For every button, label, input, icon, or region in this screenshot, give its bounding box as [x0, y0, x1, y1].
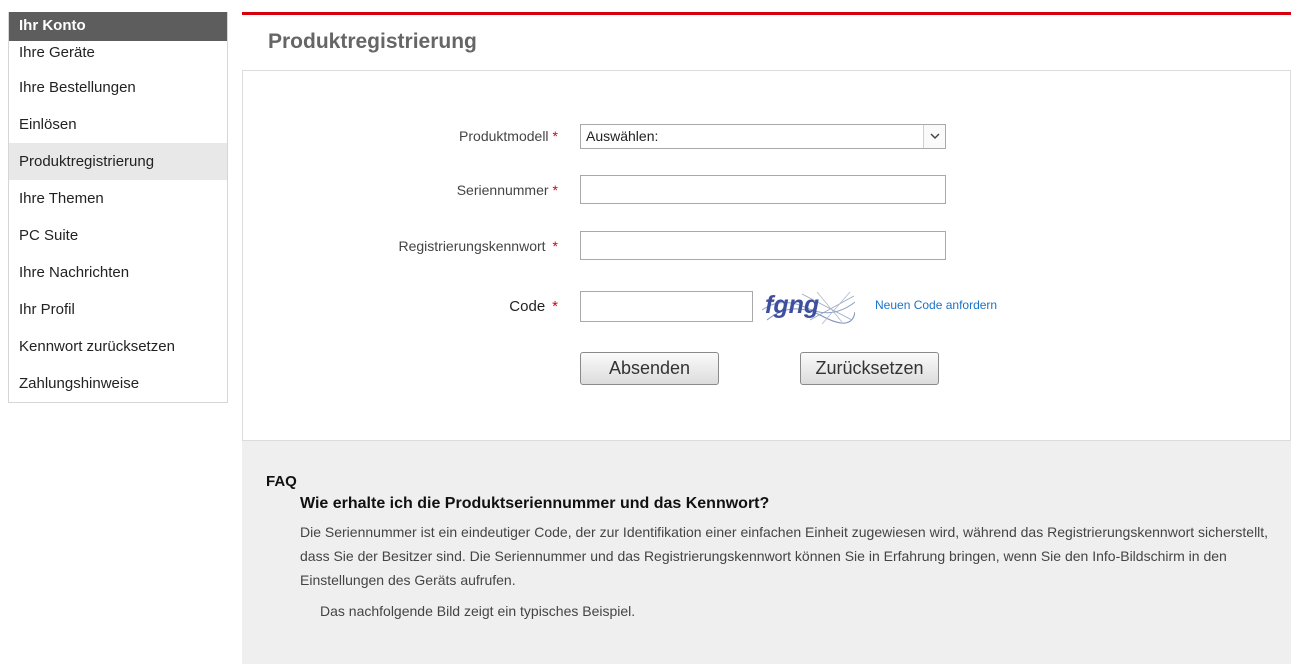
- product-model-select[interactable]: Auswählen:: [580, 124, 946, 149]
- faq-section: FAQ Wie erhalte ich die Produktseriennum…: [242, 441, 1291, 664]
- faq-note: Das nachfolgende Bild zeigt ein typische…: [320, 603, 636, 619]
- sidebar-item-pc-suite[interactable]: PC Suite: [9, 217, 227, 254]
- code-label: Code *: [509, 298, 558, 315]
- required-marker: *: [552, 238, 558, 254]
- serial-label: Seriennummer *: [456, 182, 558, 198]
- sidebar-item-orders[interactable]: Ihre Bestellungen: [9, 69, 227, 106]
- main-content: Produktregistrierung Produktmodell * Ausw…: [242, 0, 1291, 664]
- reset-button[interactable]: Zurücksetzen: [800, 352, 939, 385]
- sidebar-item-payment-info[interactable]: Zahlungshinweise: [9, 365, 227, 402]
- faq-answer: Die Seriennummer ist ein eindeutiger Cod…: [300, 524, 1269, 588]
- serial-row: Seriennummer *: [243, 175, 1291, 205]
- password-row: Registrierungskennwort *: [243, 231, 1291, 261]
- captcha-image: fgng: [761, 290, 856, 325]
- chevron-down-icon[interactable]: [923, 125, 945, 148]
- account-sidebar: Ihr Konto Ihre Geräte Ihre Bestellungen …: [8, 12, 228, 403]
- faq-title: FAQ: [266, 473, 297, 490]
- sidebar-item-redeem[interactable]: Einlösen: [9, 106, 227, 143]
- password-label: Registrierungskennwort *: [398, 238, 558, 254]
- code-row: Code * fgng Neuen Code anfordern: [243, 290, 1291, 325]
- faq-question: Wie erhalte ich die Produktseriennummer …: [300, 495, 770, 512]
- captcha-code-input[interactable]: [580, 291, 753, 322]
- sidebar-item-themes[interactable]: Ihre Themen: [9, 180, 227, 217]
- captcha-text: fgng: [765, 291, 819, 319]
- sidebar-item-product-registration[interactable]: Produktregistrierung: [9, 143, 227, 180]
- serial-number-input[interactable]: [580, 175, 946, 204]
- sidebar-item-devices[interactable]: Ihre Geräte: [9, 41, 227, 69]
- required-marker: *: [552, 298, 558, 315]
- sidebar-title: Ihr Konto: [9, 12, 227, 41]
- model-label: Produktmodell *: [459, 128, 558, 144]
- product-model-selected: Auswählen:: [586, 128, 659, 144]
- button-row: Absenden Zurücksetzen: [243, 352, 1291, 385]
- submit-button[interactable]: Absenden: [580, 352, 719, 385]
- sidebar-item-messages[interactable]: Ihre Nachrichten: [9, 254, 227, 291]
- required-marker: *: [552, 128, 558, 144]
- new-code-link[interactable]: Neuen Code anfordern: [875, 290, 997, 320]
- page-title: Produktregistrierung: [268, 30, 477, 53]
- accent-divider: [242, 12, 1291, 15]
- registration-form: Produktmodell * Auswählen: Seriennummer * …: [242, 70, 1291, 441]
- sidebar-item-reset-password[interactable]: Kennwort zurücksetzen: [9, 328, 227, 365]
- registration-password-input[interactable]: [580, 231, 946, 260]
- model-row: Produktmodell * Auswählen:: [243, 121, 1291, 151]
- sidebar-item-profile[interactable]: Ihr Profil: [9, 291, 227, 328]
- required-marker: *: [552, 182, 558, 198]
